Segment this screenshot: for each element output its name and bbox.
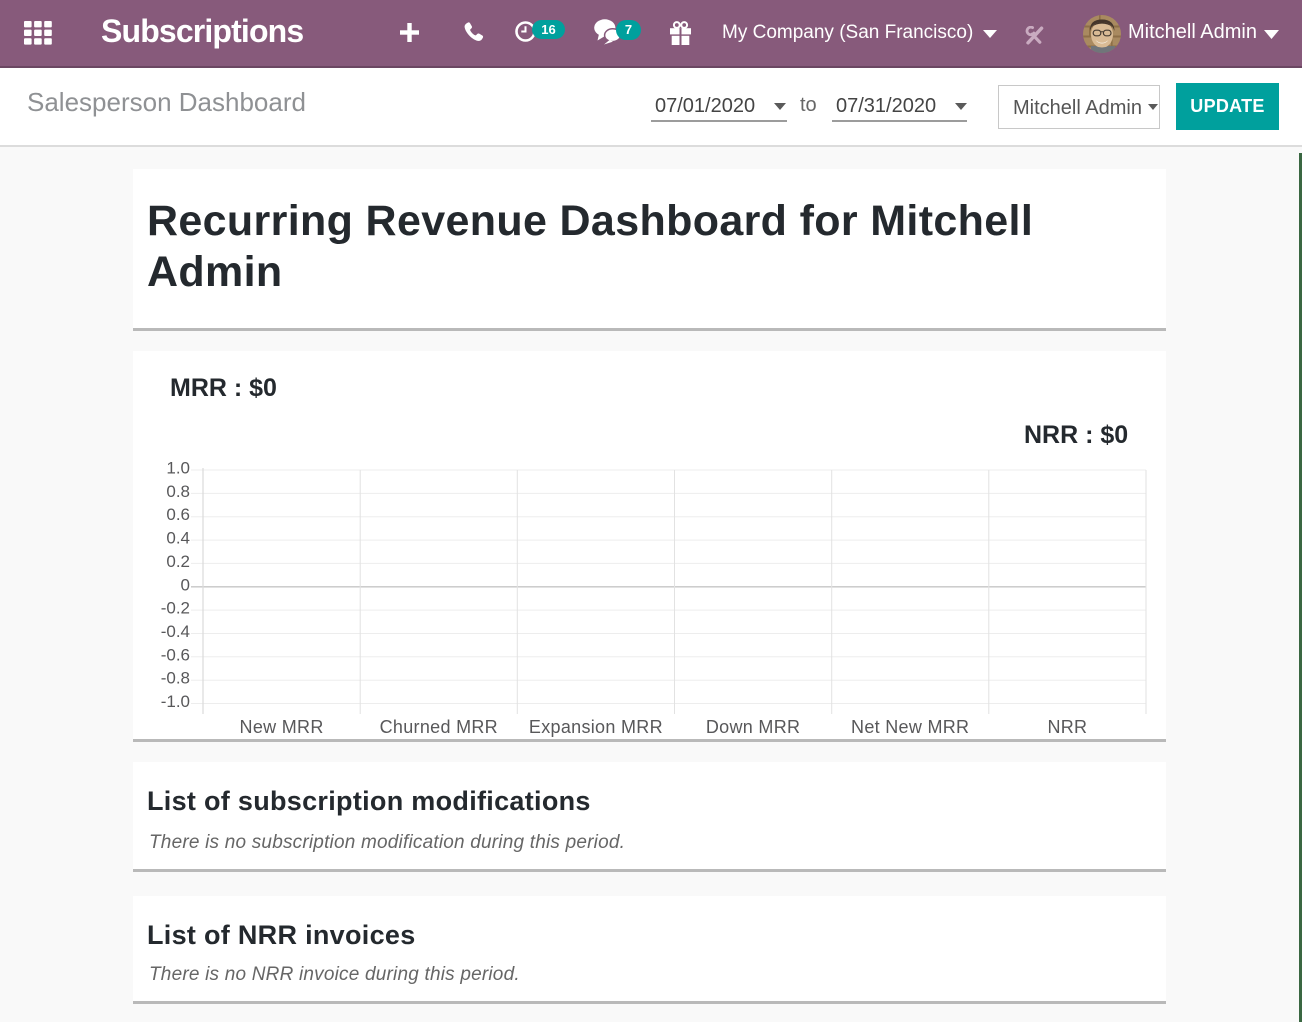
svg-text:0.6: 0.6 xyxy=(166,505,190,524)
svg-text:Down MRR: Down MRR xyxy=(706,717,800,737)
svg-text:Net New MRR: Net New MRR xyxy=(851,717,969,737)
svg-text:NRR: NRR xyxy=(1047,717,1087,737)
svg-text:0.2: 0.2 xyxy=(166,552,190,571)
svg-text:-0.6: -0.6 xyxy=(161,645,190,664)
svg-text:-1.0: -1.0 xyxy=(161,692,190,711)
svg-text:Churned MRR: Churned MRR xyxy=(380,717,498,737)
svg-text:-0.2: -0.2 xyxy=(161,599,190,618)
svg-text:-0.8: -0.8 xyxy=(161,669,190,688)
svg-text:-0.4: -0.4 xyxy=(161,622,190,641)
svg-text:0: 0 xyxy=(181,575,190,594)
svg-text:New MRR: New MRR xyxy=(240,717,324,737)
svg-text:1.0: 1.0 xyxy=(166,459,190,478)
svg-text:0.4: 0.4 xyxy=(166,529,190,548)
svg-text:Expansion MRR: Expansion MRR xyxy=(529,717,663,737)
svg-text:0.8: 0.8 xyxy=(166,482,190,501)
